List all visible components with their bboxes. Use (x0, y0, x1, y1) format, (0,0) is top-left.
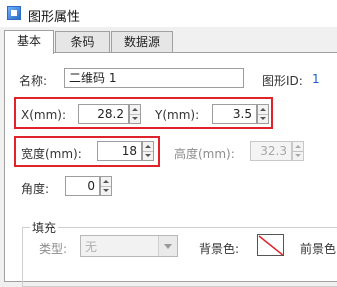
x-spin-down-icon[interactable] (130, 114, 140, 123)
fill-type-value: 无 (85, 240, 98, 254)
angle-label: 角度: (21, 182, 50, 196)
y-spin-down-icon[interactable] (258, 114, 268, 123)
angle-spin-down-icon[interactable] (101, 186, 111, 195)
shape-id-label: 图形ID: (262, 74, 303, 88)
name-label: 名称: (19, 74, 48, 88)
width-label: 宽度(mm): (21, 147, 82, 161)
fill-type-label: 类型: (39, 242, 68, 256)
y-input[interactable]: 3.5 (212, 104, 257, 124)
x-input[interactable]: 28.2 (78, 104, 129, 124)
title-bar: 图形属性 (0, 0, 337, 27)
height-label: 高度(mm): (174, 147, 235, 161)
fill-groupbox (22, 227, 337, 287)
fill-type-select: 无 (80, 235, 178, 257)
width-input[interactable]: 18 (97, 141, 142, 161)
fill-group-title: 填充 (30, 219, 59, 236)
background-color-swatch[interactable] (257, 234, 284, 256)
foreground-color-label: 前景色 (300, 242, 337, 256)
background-color-label: 背景色: (199, 242, 240, 256)
tab-basic[interactable]: 基本 (4, 30, 54, 54)
width-spinner[interactable] (142, 141, 154, 161)
y-label: Y(mm): (155, 108, 200, 122)
tab-data-source[interactable]: 数据源 (111, 31, 173, 53)
app-window-icon (7, 6, 21, 20)
window-title: 图形属性 (28, 10, 81, 25)
chevron-down-icon (158, 236, 177, 256)
height-spin-down-icon (293, 151, 303, 160)
name-input[interactable]: 二维码 1 (64, 68, 244, 88)
y-spinner[interactable] (257, 104, 269, 124)
angle-input[interactable]: 0 (65, 176, 100, 196)
width-spin-down-icon[interactable] (143, 151, 153, 160)
x-label: X(mm): (21, 108, 67, 122)
tab-barcode[interactable]: 条码 (55, 31, 110, 53)
height-input: 32.3 (250, 141, 292, 161)
no-color-slash-icon (258, 235, 283, 255)
height-spinner (292, 141, 304, 161)
shape-id-value: 1 (312, 72, 320, 86)
x-spinner[interactable] (129, 104, 141, 124)
angle-spinner[interactable] (100, 176, 112, 196)
